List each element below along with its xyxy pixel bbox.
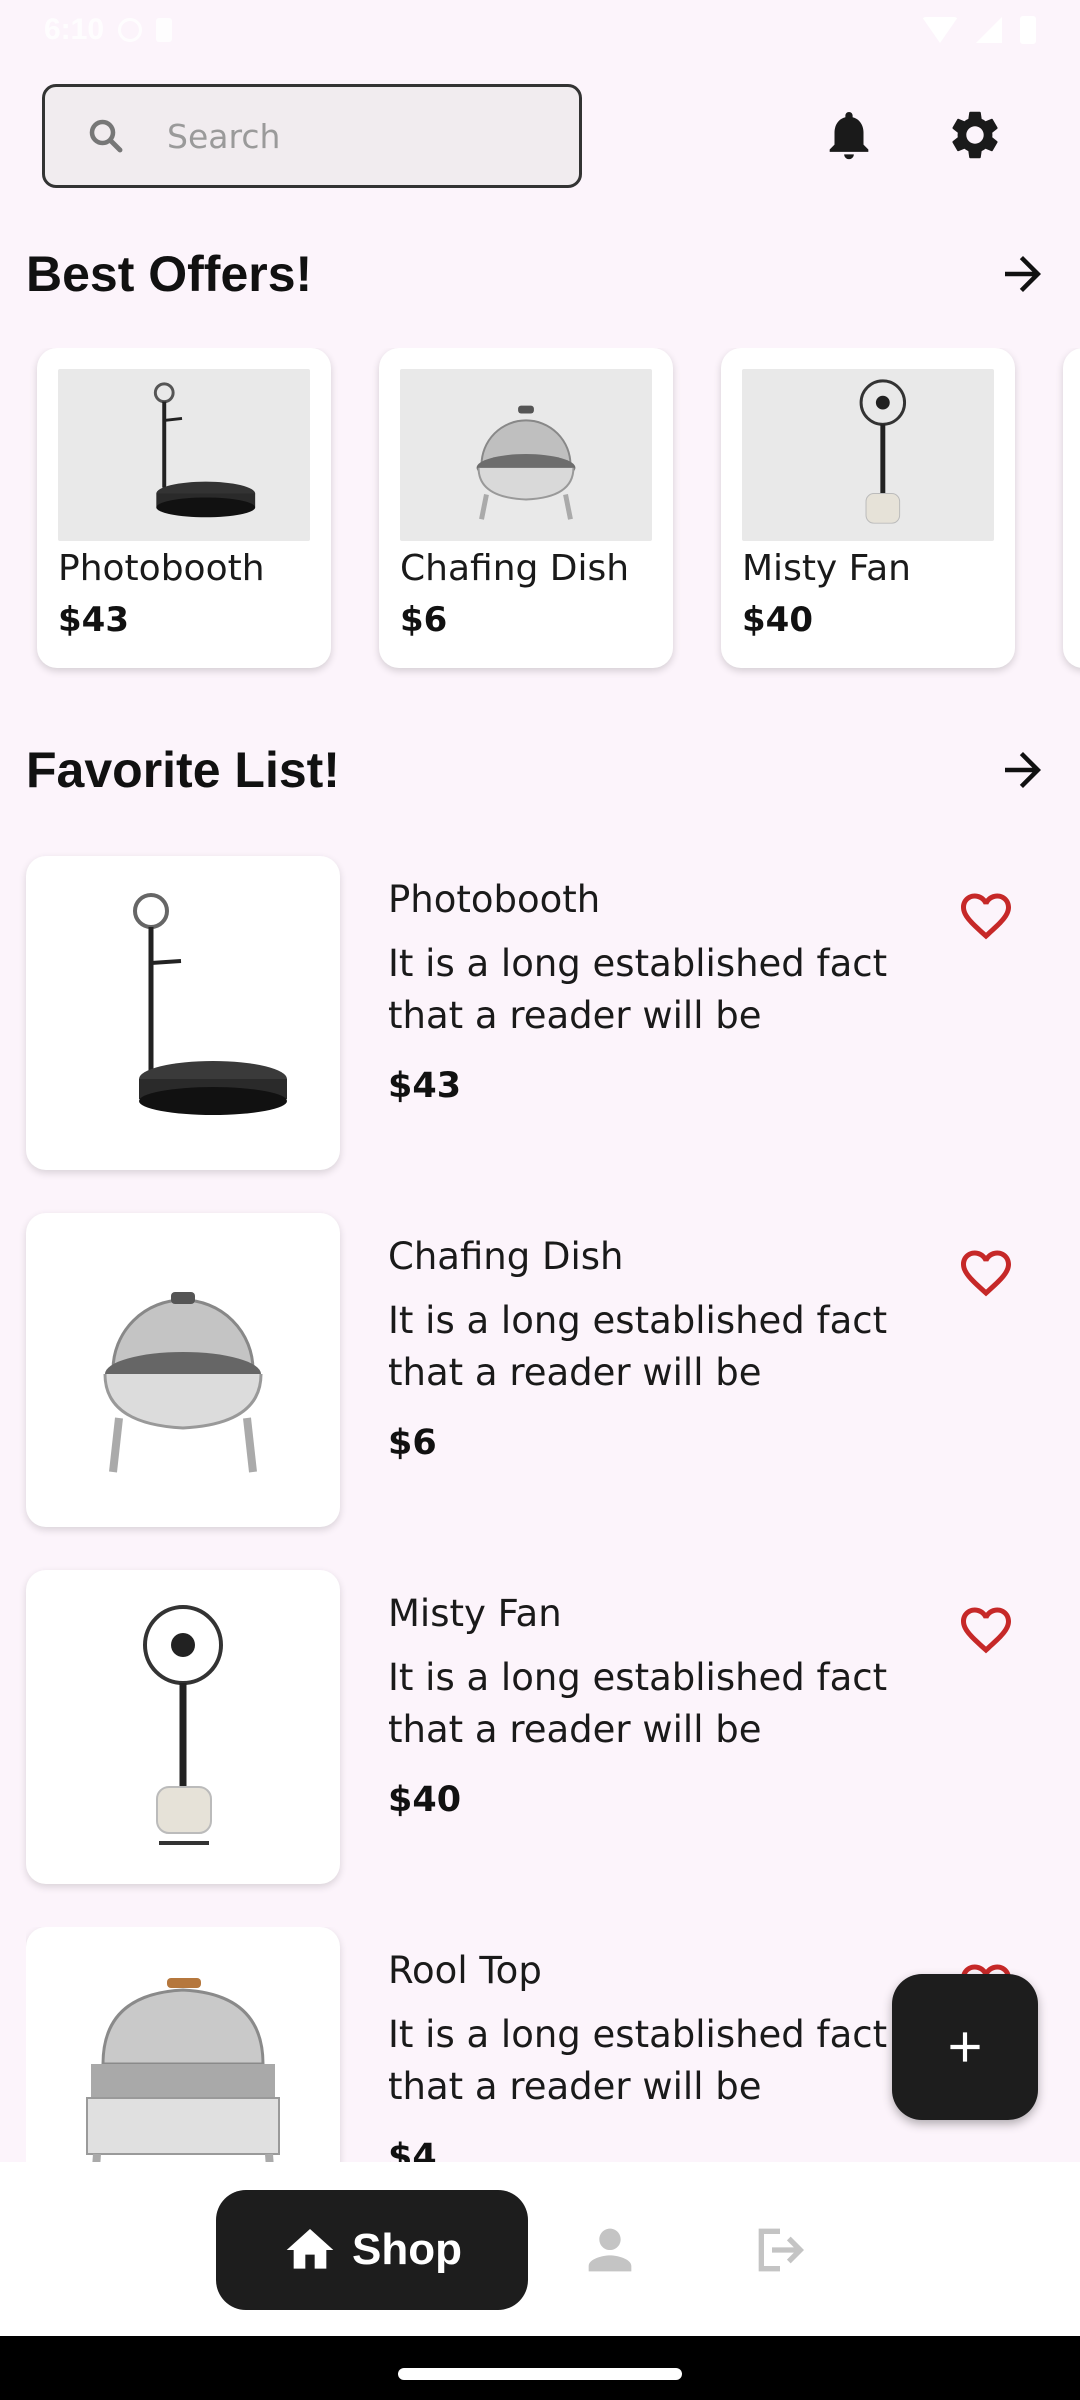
status-time: 6:10: [44, 13, 105, 46]
offer-name: Chafing Dish: [400, 548, 630, 589]
settings-button[interactable]: [940, 100, 1010, 170]
signal-icon: [976, 17, 1002, 43]
logout-icon: [758, 2228, 804, 2272]
favorite-list-see-all-button[interactable]: [990, 737, 1056, 803]
favorite-name: Photobooth: [388, 878, 601, 921]
favorite-item[interactable]: Chafing Dish It is a long established fa…: [26, 1213, 1066, 1529]
favorite-name: Misty Fan: [388, 1592, 562, 1635]
offer-name: Photobooth: [58, 548, 265, 589]
offer-price: $43: [58, 600, 129, 640]
best-offers-see-all-button[interactable]: [990, 241, 1056, 307]
favorite-list-header: Favorite List!: [26, 730, 1056, 810]
arrow-right-icon: [1005, 752, 1041, 788]
arrow-right-icon: [1005, 256, 1041, 292]
favorite-toggle-button[interactable]: [956, 886, 1022, 952]
search-input[interactable]: [167, 116, 547, 156]
offer-card[interactable]: Photobooth $43: [37, 348, 331, 668]
offer-card[interactable]: Chafing Dish $6: [379, 348, 673, 668]
favorite-item[interactable]: Photobooth It is a long established fact…: [26, 856, 1066, 1172]
favorite-list-title: Favorite List!: [26, 742, 340, 798]
misty-fan-image: [742, 369, 994, 541]
heart-outline-icon: [961, 1250, 1011, 1297]
plus-icon: [950, 2032, 980, 2062]
favorite-price: $4: [388, 2137, 437, 2162]
offer-card-partial[interactable]: [1063, 348, 1080, 668]
favorite-description: It is a long established fact that a rea…: [388, 1299, 888, 1394]
bell-icon: [829, 112, 869, 160]
home-gesture-handle[interactable]: [398, 2368, 682, 2380]
offer-price: $40: [742, 600, 813, 640]
best-offers-header: Best Offers!: [26, 234, 1056, 314]
person-icon: [588, 2228, 632, 2272]
offer-price: $6: [400, 600, 448, 640]
favorite-name: Rool Top: [388, 1949, 542, 1992]
misty-fan-image: [26, 1570, 340, 1884]
offer-name: Misty Fan: [742, 548, 911, 589]
favorite-toggle-button[interactable]: [956, 1600, 1022, 1666]
photobooth-image: [26, 856, 340, 1170]
search-icon: [89, 119, 123, 153]
heart-outline-icon: [961, 893, 1011, 940]
home-icon: [286, 2229, 334, 2269]
nav-shop-tab[interactable]: Shop: [216, 2190, 528, 2310]
sd-card-icon: [156, 18, 173, 42]
notifications-button[interactable]: [814, 100, 884, 170]
favorite-price: $43: [388, 1066, 462, 1106]
nav-logout-tab[interactable]: [748, 2218, 812, 2282]
favorite-price: $6: [388, 1423, 437, 1463]
favorite-price: $40: [388, 1780, 462, 1820]
wifi-icon: [922, 17, 958, 43]
nav-profile-tab[interactable]: [578, 2218, 642, 2282]
chafing-dish-image: [26, 1213, 340, 1527]
offer-card[interactable]: Misty Fan $40: [721, 348, 1015, 668]
best-offers-carousel[interactable]: Photobooth $43 Chafing Dish $6 Misty Fan…: [0, 348, 1080, 678]
do-not-disturb-icon: [118, 18, 143, 42]
roll-top-image: [26, 1927, 340, 2162]
favorite-toggle-button[interactable]: [956, 1243, 1022, 1309]
photobooth-image: [58, 369, 310, 541]
chafing-dish-image: [400, 369, 652, 541]
favorite-description: It is a long established fact that a rea…: [388, 942, 888, 1037]
gear-icon: [952, 111, 998, 159]
heart-outline-icon: [961, 1607, 1011, 1654]
favorite-item[interactable]: Misty Fan It is a long established fact …: [26, 1570, 1066, 1886]
favorite-description: It is a long established fact that a rea…: [388, 1656, 888, 1751]
search-bar[interactable]: [42, 84, 582, 188]
best-offers-title: Best Offers!: [26, 246, 313, 302]
favorite-name: Chafing Dish: [388, 1235, 624, 1278]
status-bar: 6:10: [0, 0, 1080, 60]
battery-icon: [1020, 16, 1036, 44]
add-button[interactable]: [892, 1974, 1038, 2120]
favorite-description: It is a long established fact that a rea…: [388, 2013, 888, 2108]
bottom-navigation: Shop: [0, 2162, 1080, 2336]
nav-shop-label: Shop: [352, 2225, 462, 2274]
